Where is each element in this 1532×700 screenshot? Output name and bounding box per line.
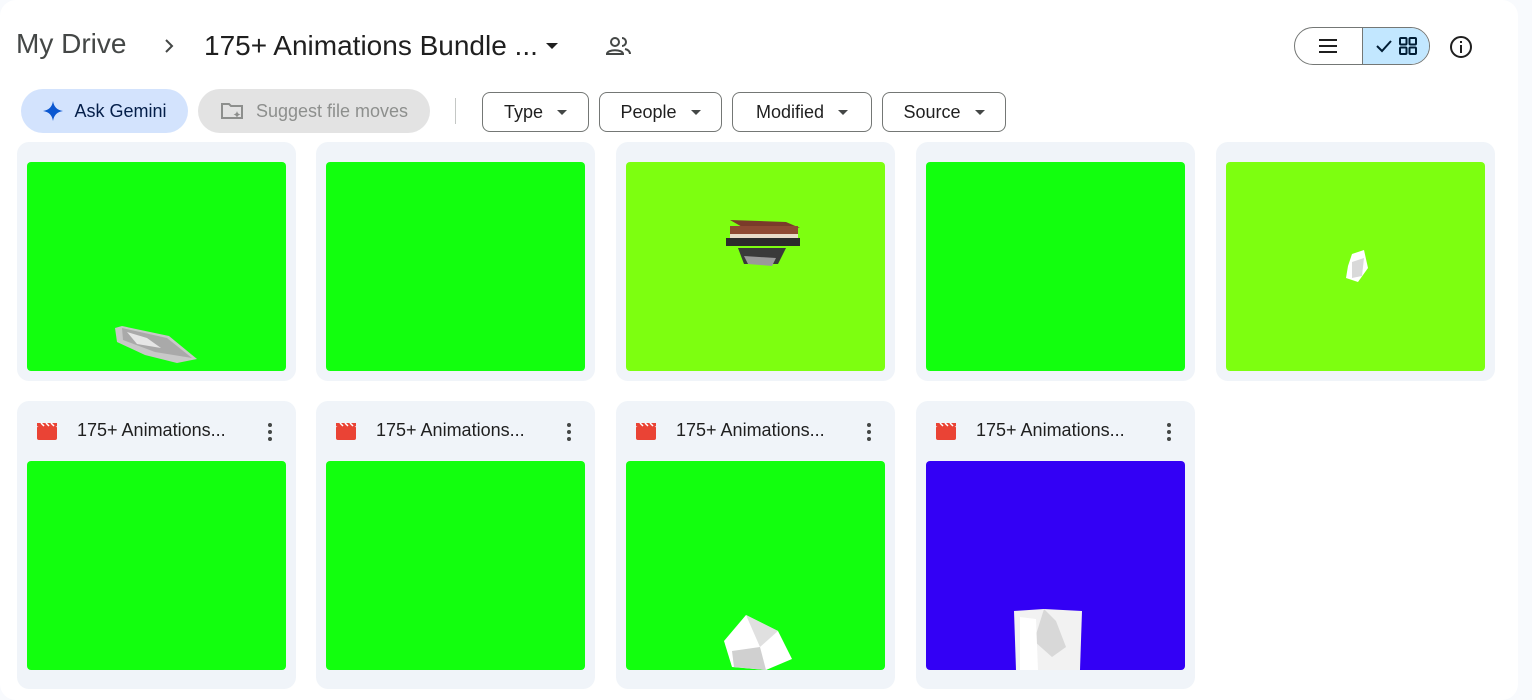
file-card[interactable]: 175+ Animations... bbox=[616, 401, 895, 689]
view-toggle bbox=[1294, 27, 1430, 65]
file-title: 175+ Animations... bbox=[77, 420, 226, 440]
suggest-file-moves-button[interactable]: Suggest file moves bbox=[198, 89, 430, 133]
file-title: 175+ Animations... bbox=[376, 420, 525, 440]
main-panel: My Drive 175+ Animations Bundle ... Ask … bbox=[0, 0, 1518, 700]
sparkle-icon bbox=[43, 101, 64, 121]
more-options-icon[interactable] bbox=[1160, 420, 1178, 444]
file-card[interactable]: 175+ Animations... bbox=[916, 401, 1195, 689]
file-card[interactable]: 175+ Animations... bbox=[316, 401, 595, 689]
file-title: 175+ Animations... bbox=[676, 420, 825, 440]
caret-down-icon bbox=[557, 109, 568, 115]
video-file-icon bbox=[37, 422, 57, 440]
folder-sparkle-icon bbox=[220, 103, 243, 119]
list-view-button[interactable] bbox=[1295, 28, 1362, 64]
breadcrumb-my-drive[interactable]: My Drive bbox=[16, 28, 126, 60]
filter-modified-label: Modified bbox=[755, 101, 825, 122]
people-icon[interactable] bbox=[605, 34, 633, 58]
check-icon bbox=[1376, 40, 1392, 53]
filter-people-label: People bbox=[620, 101, 677, 122]
filter-type[interactable]: Type bbox=[482, 92, 589, 132]
ask-gemini-button[interactable]: Ask Gemini bbox=[21, 89, 188, 133]
caret-down-icon bbox=[545, 43, 558, 49]
chevron-right-icon bbox=[165, 39, 174, 53]
list-view-icon bbox=[1319, 39, 1338, 53]
stack-of-books-image bbox=[726, 220, 800, 266]
file-card[interactable] bbox=[916, 142, 1195, 381]
more-options-icon[interactable] bbox=[860, 420, 878, 444]
ask-gemini-label: Ask Gemini bbox=[74, 100, 167, 121]
file-thumbnail bbox=[27, 162, 286, 371]
toolbar-divider bbox=[455, 98, 456, 124]
file-card[interactable] bbox=[616, 142, 895, 381]
file-thumbnail bbox=[1226, 162, 1485, 371]
filter-source[interactable]: Source bbox=[882, 92, 1006, 132]
breadcrumb-current-folder[interactable]: 175+ Animations Bundle ... bbox=[192, 26, 570, 66]
file-card[interactable] bbox=[316, 142, 595, 381]
video-file-icon bbox=[336, 422, 356, 440]
folded-paper-image bbox=[724, 615, 792, 670]
file-thumbnail bbox=[926, 461, 1185, 670]
filter-type-label: Type bbox=[503, 101, 544, 122]
more-options-icon[interactable] bbox=[261, 420, 279, 444]
caret-down-icon bbox=[838, 109, 849, 115]
video-file-icon bbox=[936, 422, 956, 440]
filter-people[interactable]: People bbox=[599, 92, 722, 132]
caret-down-icon bbox=[690, 109, 701, 115]
small-paper-image bbox=[1346, 250, 1368, 282]
file-title: 175+ Animations... bbox=[976, 420, 1125, 440]
file-thumbnail bbox=[626, 162, 885, 371]
info-icon[interactable] bbox=[1448, 34, 1474, 60]
video-file-icon bbox=[636, 422, 656, 440]
current-folder-label: 175+ Animations Bundle ... bbox=[204, 30, 538, 61]
grid-view-button[interactable] bbox=[1361, 28, 1429, 64]
file-card[interactable] bbox=[1216, 142, 1495, 381]
file-thumbnail bbox=[926, 162, 1185, 371]
suggest-file-moves-label: Suggest file moves bbox=[255, 100, 409, 121]
file-card[interactable] bbox=[17, 142, 296, 381]
file-thumbnail bbox=[27, 461, 286, 670]
filter-modified[interactable]: Modified bbox=[732, 92, 872, 132]
crumpled-paper-image bbox=[115, 326, 197, 363]
filter-source-label: Source bbox=[903, 101, 961, 122]
paper-box-image bbox=[1014, 609, 1082, 670]
caret-down-icon bbox=[974, 109, 985, 115]
file-thumbnail bbox=[326, 461, 585, 670]
file-thumbnail bbox=[626, 461, 885, 670]
file-card[interactable]: 175+ Animations... bbox=[17, 401, 296, 689]
grid-view-icon bbox=[1398, 37, 1417, 55]
more-options-icon[interactable] bbox=[560, 420, 578, 444]
file-thumbnail bbox=[326, 162, 585, 371]
